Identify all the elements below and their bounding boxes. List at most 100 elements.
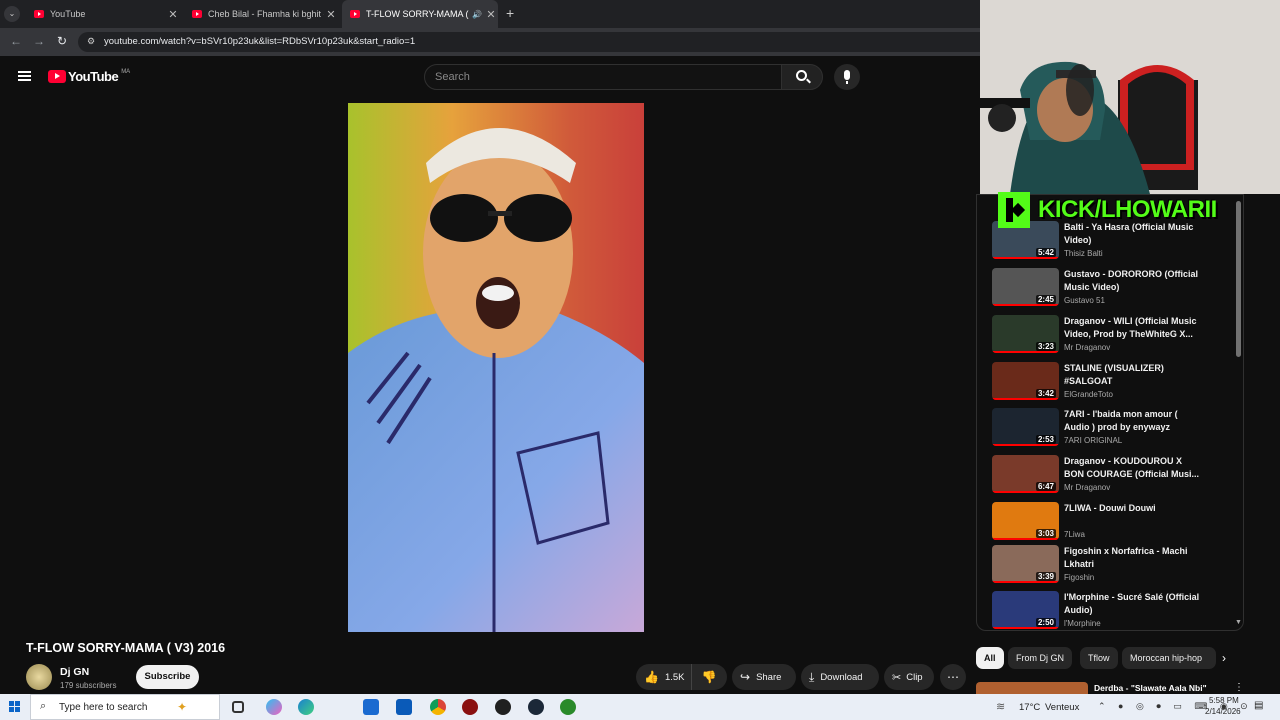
download-icon: ⤓: [809, 669, 815, 684]
copilot-icon[interactable]: [266, 699, 282, 715]
search-button[interactable]: [781, 64, 823, 90]
recommendation-channel[interactable]: 7Liwa: [1064, 530, 1085, 539]
more-actions-button[interactable]: ⋯: [940, 664, 966, 690]
video-thumbnail[interactable]: 2:45: [992, 268, 1059, 306]
recommendation-channel[interactable]: 7ARI ORIGINAL: [1064, 436, 1122, 445]
search-input[interactable]: Search: [424, 64, 782, 90]
reload-icon[interactable]: ↻: [57, 34, 67, 48]
chip-tflow[interactable]: Tflow: [1080, 647, 1118, 669]
download-button[interactable]: ⤓ Download: [801, 664, 879, 690]
edge-icon[interactable]: [298, 699, 314, 715]
like-button[interactable]: 👍 1.5K: [636, 664, 692, 690]
channel-avatar[interactable]: [26, 664, 52, 690]
dislike-button[interactable]: 👎: [692, 670, 726, 684]
obs-icon[interactable]: [495, 699, 511, 715]
video-thumbnail[interactable]: 2:53: [992, 408, 1059, 446]
recommendation-channel[interactable]: ElGrandeToto: [1064, 390, 1113, 399]
weather-text[interactable]: Venteux: [1045, 702, 1079, 713]
next-item-title[interactable]: Derdba - "Slawate Aala Nbi": [1094, 683, 1207, 693]
steam-icon[interactable]: [528, 699, 544, 715]
recommendation-item[interactable]: 3:03 7LIWA - Douwi Douwi 7Liwa: [992, 502, 1238, 546]
webcam-overlay: [980, 0, 1280, 194]
recommendation-channel[interactable]: l'Morphine: [1064, 619, 1101, 628]
recommendation-title[interactable]: l'Morphine - Sucré Salé (Official Audio): [1064, 591, 1204, 617]
tab-cheb-bilal[interactable]: Cheb Bilal - Fhamha ki bghit - Y ✕: [184, 0, 338, 28]
chip-from-dj-gn[interactable]: From Dj GN: [1008, 647, 1072, 669]
notification-icon[interactable]: ▤: [1254, 700, 1263, 711]
recommendation-title[interactable]: 7LIWA - Douwi Douwi: [1064, 502, 1204, 515]
close-icon[interactable]: ✕: [324, 8, 338, 21]
weather-icon[interactable]: ≋: [996, 700, 1005, 713]
recommendation-channel[interactable]: Mr Draganov: [1064, 483, 1110, 492]
speaker-icon[interactable]: 🔊: [470, 10, 484, 19]
recommendation-item[interactable]: 2:45 Gustavo - DORORORO (Official Music V…: [992, 268, 1238, 312]
clock-time[interactable]: 5:58 PM: [1209, 696, 1239, 705]
browser-toolbar: ← → ↻ ⚙ youtube.com/watch?v=bSVr10p23uk&…: [0, 28, 980, 56]
clock-date[interactable]: 2/14/2026: [1205, 707, 1241, 716]
recommendation-channel[interactable]: Mr Draganov: [1064, 343, 1110, 352]
app-icon-red[interactable]: [462, 699, 478, 715]
clip-label: Clip: [906, 671, 923, 683]
recommendation-title[interactable]: STALINE (VISUALIZER) #SALGOAT: [1064, 362, 1204, 388]
next-item-thumbnail[interactable]: [976, 682, 1088, 694]
recommendation-title[interactable]: Gustavo - DORORORO (Official Music Video…: [1064, 268, 1204, 294]
windows-start-icon[interactable]: [9, 701, 21, 713]
close-icon[interactable]: ✕: [484, 8, 498, 21]
recommendation-channel[interactable]: Gustavo 51: [1064, 296, 1105, 305]
recommendation-item[interactable]: 3:42 STALINE (VISUALIZER) #SALGOAT ElGrand…: [992, 362, 1238, 406]
search-placeholder: Search: [435, 71, 470, 83]
recommendation-title[interactable]: Draganov - KOUDOUROU X BON COURAGE (Offi…: [1064, 455, 1204, 481]
app-icon-green[interactable]: [560, 699, 576, 715]
video-thumbnail[interactable]: 2:50: [992, 591, 1059, 629]
recommendation-title[interactable]: 7ARI - l'baida mon amour ( Audio ) prod …: [1064, 408, 1204, 434]
tab-list-icon[interactable]: ⌄: [4, 6, 20, 22]
menu-icon[interactable]: [18, 71, 31, 81]
recommendation-channel[interactable]: Figoshin: [1064, 573, 1094, 582]
subscribe-button[interactable]: Subscribe: [136, 665, 199, 689]
video-thumbnail[interactable]: 3:42: [992, 362, 1059, 400]
outlook-icon[interactable]: [396, 699, 412, 715]
share-button[interactable]: ↪ Share: [732, 664, 796, 690]
video-thumbnail[interactable]: 3:03: [992, 502, 1059, 540]
recommendation-channel[interactable]: Thisiz Balti: [1064, 249, 1103, 258]
recommendation-title[interactable]: Draganov - WILI (Official Music Video, P…: [1064, 315, 1204, 341]
video-duration: 5:42: [1035, 248, 1056, 257]
more-vert-icon[interactable]: ⋮: [1234, 682, 1244, 693]
recommendation-item[interactable]: 2:53 7ARI - l'baida mon amour ( Audio ) p…: [992, 408, 1238, 452]
weather-temp[interactable]: 17°C: [1019, 702, 1040, 713]
voice-search-button[interactable]: [834, 64, 860, 90]
video-thumbnail[interactable]: 3:23: [992, 315, 1059, 353]
recommendation-item[interactable]: 6:47 Draganov - KOUDOUROU X BON COURAGE (…: [992, 455, 1238, 499]
close-icon[interactable]: ✕: [166, 8, 180, 21]
taskbar-search-input[interactable]: ⌕ Type here to search ✦: [30, 694, 220, 720]
site-info-icon[interactable]: ⚙: [87, 36, 95, 47]
forward-icon[interactable]: →: [33, 34, 45, 48]
video-player[interactable]: [348, 103, 644, 632]
recommendation-title[interactable]: Figoshin x Norfafrica - Machi Lkhatri: [1064, 545, 1204, 571]
clip-button[interactable]: ✂ Clip: [884, 664, 934, 690]
youtube-play-icon: [48, 70, 66, 83]
chevron-right-icon[interactable]: ›: [1222, 651, 1226, 665]
download-label: Download: [820, 671, 863, 683]
chip-moroccan-hip-hop[interactable]: Moroccan hip-hop: [1122, 647, 1216, 669]
video-duration: 3:42: [1035, 389, 1056, 398]
youtube-logo[interactable]: YouTube MA: [48, 69, 130, 84]
url-text: youtube.com/watch?v=bSVr10p23uk&list=RDb…: [104, 36, 416, 47]
chip-all[interactable]: All: [976, 647, 1004, 669]
recommendation-item[interactable]: 3:39 Figoshin x Norfafrica - Machi Lkhatr…: [992, 545, 1238, 589]
recommendation-item[interactable]: 2:50 l'Morphine - Sucré Salé (Official Au…: [992, 591, 1238, 629]
recommendation-item[interactable]: 3:23 Draganov - WILI (Official Music Vide…: [992, 315, 1238, 359]
new-tab-button[interactable]: +: [506, 5, 514, 21]
store-icon[interactable]: [363, 699, 379, 715]
address-bar[interactable]: ⚙ youtube.com/watch?v=bSVr10p23uk&list=R…: [78, 32, 980, 52]
chrome-icon[interactable]: [430, 699, 446, 715]
tab-youtube[interactable]: YouTube ✕: [26, 0, 180, 28]
video-duration: 2:50: [1035, 618, 1056, 627]
video-thumbnail[interactable]: 6:47: [992, 455, 1059, 493]
watch-progress: [992, 304, 1059, 306]
tab-t-flow[interactable]: T-FLOW SORRY-MAMA ( V3 🔊 ✕: [342, 0, 498, 28]
task-view-icon[interactable]: [232, 701, 244, 713]
back-icon[interactable]: ←: [10, 34, 22, 48]
video-thumbnail[interactable]: 3:39: [992, 545, 1059, 583]
channel-name[interactable]: Dj GN: [60, 666, 89, 678]
